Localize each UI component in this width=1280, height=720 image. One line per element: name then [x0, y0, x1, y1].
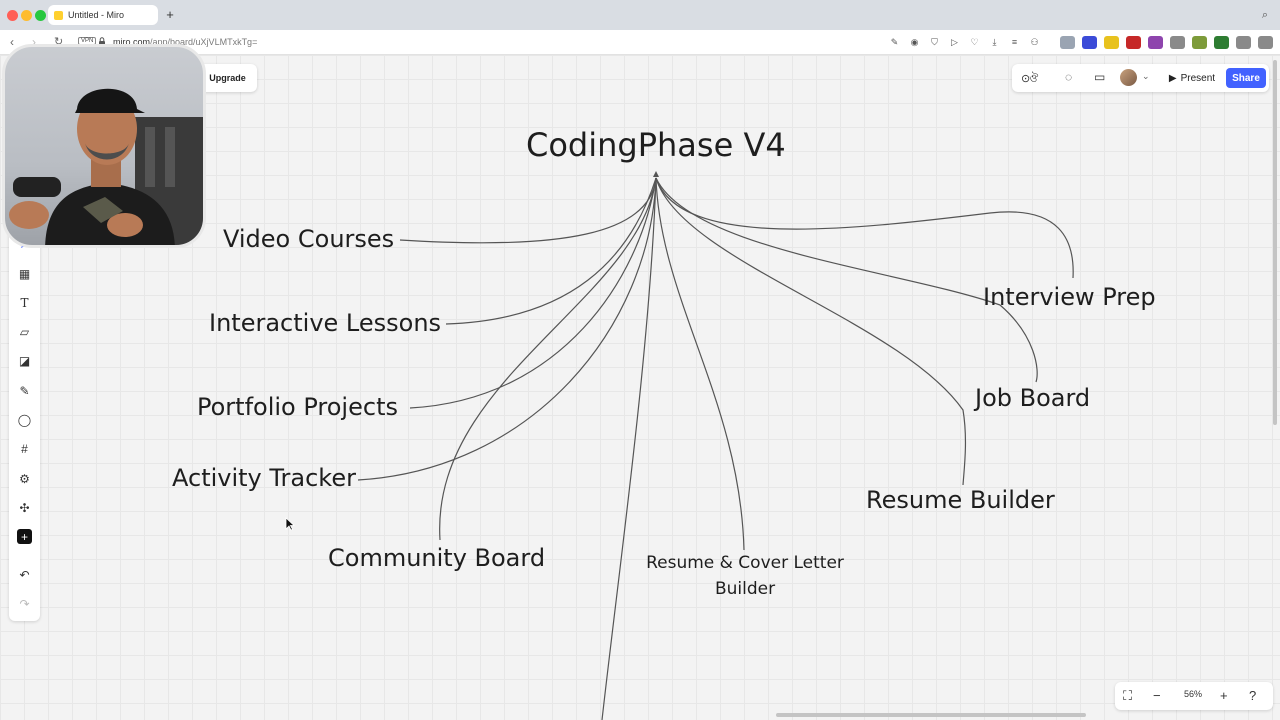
- node-resume-builder[interactable]: Resume Builder: [866, 486, 1055, 514]
- templates-icon[interactable]: ▦: [17, 266, 32, 281]
- node-community-board[interactable]: Community Board: [328, 544, 545, 572]
- vertical-scrollbar[interactable]: [1273, 60, 1277, 425]
- webcam-overlay: [2, 44, 206, 248]
- reactions-icon[interactable]: ⊙ঔ: [1021, 70, 1038, 89]
- video-call-icon[interactable]: ▭: [1094, 70, 1105, 84]
- redo-icon[interactable]: ↷: [17, 596, 32, 611]
- mind-map-root[interactable]: CodingPhase V4: [526, 126, 786, 164]
- fit-to-screen-icon[interactable]: ⛶: [1123, 688, 1132, 704]
- more-apps-icon[interactable]: ⚙: [17, 471, 32, 486]
- pen-icon[interactable]: ✎: [17, 383, 32, 398]
- chevron-down-icon[interactable]: ⌄: [1142, 71, 1150, 82]
- play-icon: ▶: [1168, 72, 1177, 84]
- share-button[interactable]: Share: [1226, 68, 1266, 88]
- presenter-video-image: [9, 88, 203, 245]
- zoom-out-button[interactable]: −: [1153, 688, 1161, 704]
- node-interactive-lessons[interactable]: Interactive Lessons: [209, 309, 441, 337]
- connector-icon[interactable]: ✣: [17, 500, 32, 515]
- connector-community-board: [439, 177, 657, 541]
- chat-icon[interactable]: ◌: [1065, 70, 1072, 84]
- shapes-icon[interactable]: ◪: [17, 353, 32, 368]
- comment-icon[interactable]: ◯: [17, 412, 32, 427]
- node-job-board[interactable]: Job Board: [975, 384, 1090, 412]
- zoom-level[interactable]: 56%: [1184, 689, 1202, 699]
- mouse-cursor-icon: [285, 517, 295, 531]
- undo-icon[interactable]: ↶: [17, 567, 32, 582]
- node-resume-cover-letter-builder[interactable]: Resume & Cover Letter Builder: [640, 550, 850, 602]
- connector-resume-builder: [655, 177, 967, 486]
- root-connector-arrow: [653, 171, 659, 177]
- connector-resume-cover-letter: [655, 177, 745, 551]
- connector-interview-prep: [655, 177, 1074, 279]
- sticky-note-icon[interactable]: ▱: [17, 324, 32, 339]
- connector-portfolio-projects: [409, 177, 657, 409]
- zoom-in-button[interactable]: +: [1220, 688, 1228, 704]
- node-portfolio-projects[interactable]: Portfolio Projects: [197, 393, 398, 421]
- present-button[interactable]: ▶ Present: [1163, 68, 1221, 88]
- node-activity-tracker[interactable]: Activity Tracker: [172, 464, 356, 492]
- present-label: Present: [1180, 72, 1216, 84]
- connector-video-courses: [399, 177, 657, 244]
- text-icon[interactable]: T: [17, 295, 32, 310]
- connector-job-board: [655, 177, 1038, 383]
- user-avatar[interactable]: [1120, 69, 1137, 86]
- frame-icon[interactable]: #: [17, 441, 32, 456]
- help-icon[interactable]: ?: [1249, 688, 1256, 704]
- node-interview-prep[interactable]: Interview Prep: [983, 283, 1156, 311]
- left-toolbar: ➤ ▦ T ▱ ◪ ✎ ◯ # ⚙ ✣ + ↶ ↷: [9, 228, 40, 621]
- upgrade-button[interactable]: Upgrade: [198, 64, 257, 92]
- horizontal-scrollbar[interactable]: [776, 713, 1086, 717]
- node-video-courses[interactable]: Video Courses: [223, 225, 394, 253]
- add-icon[interactable]: +: [17, 529, 32, 544]
